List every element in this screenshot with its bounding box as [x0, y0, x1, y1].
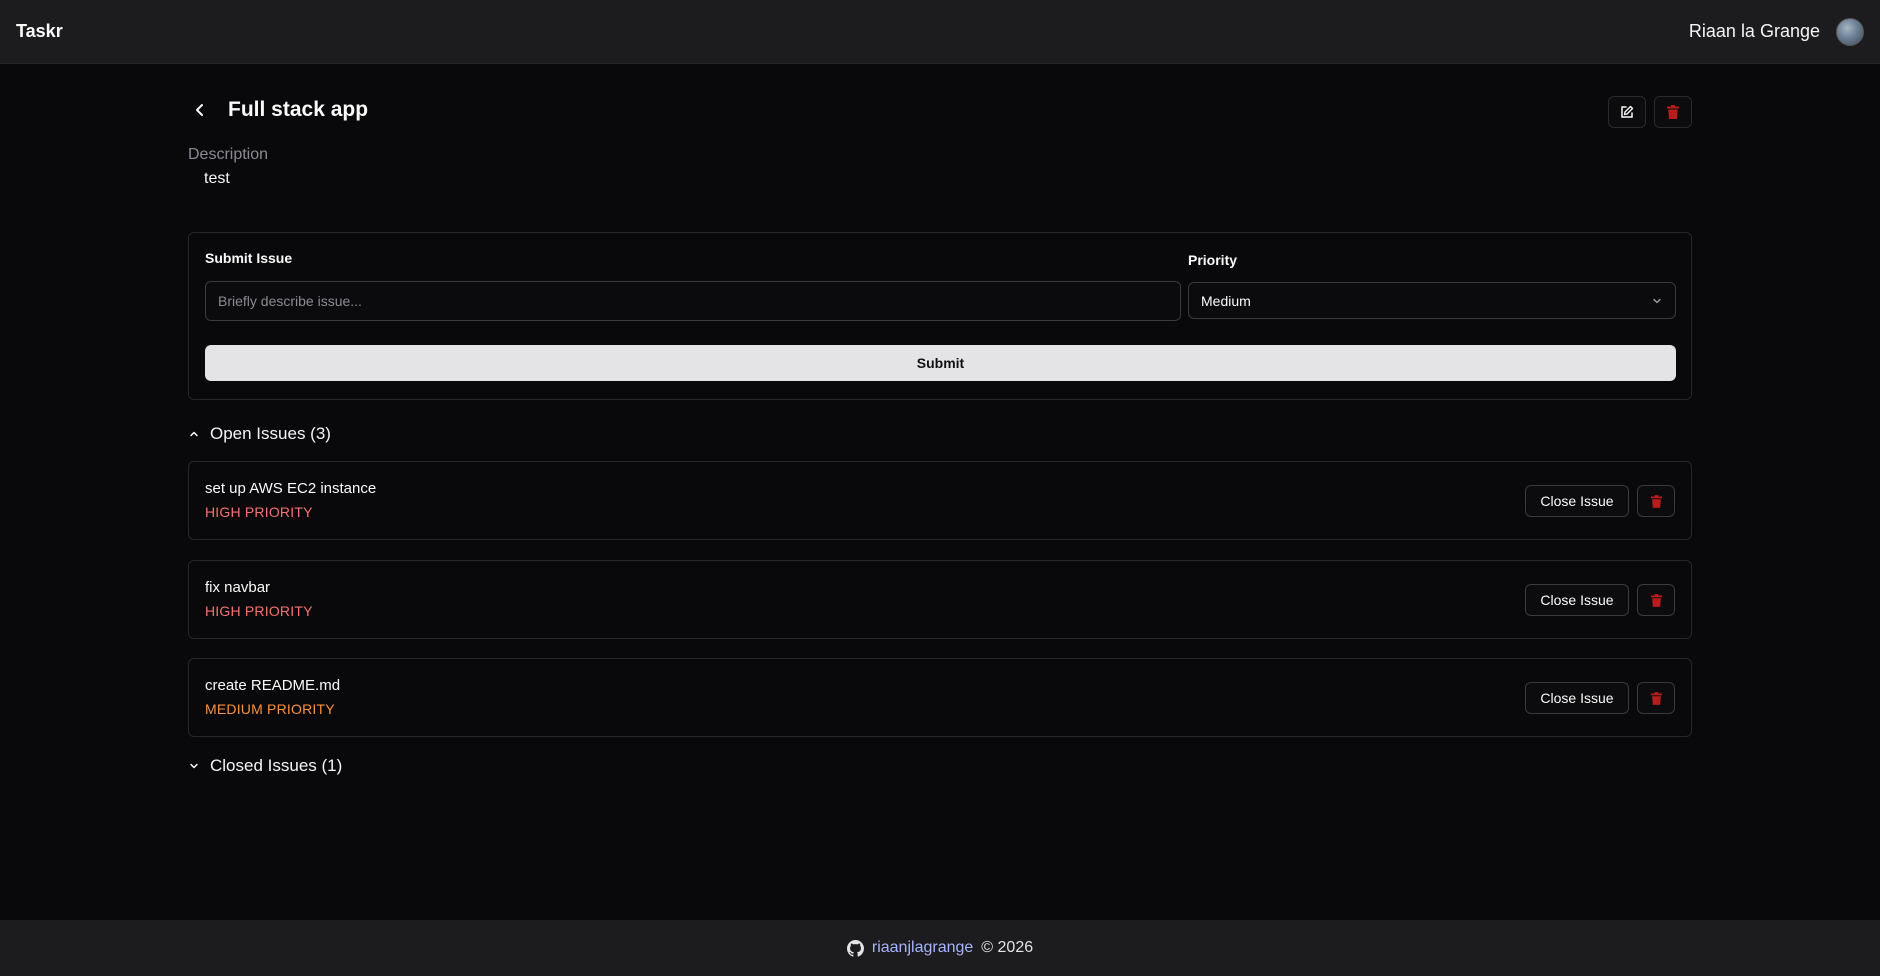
chevron-up-icon — [190, 431, 198, 437]
issue-title: fix navbar — [205, 579, 271, 596]
priority-value: Medium — [1201, 292, 1251, 309]
issue-title: create README.md — [205, 677, 341, 694]
footer: riaanjlagrange © 2026 — [0, 920, 1880, 976]
issue-card: set up AWS EC2 instance HIGH PRIORITY Cl… — [188, 461, 1692, 540]
github-icon — [846, 939, 864, 957]
github-link[interactable]: riaanjlagrange — [872, 939, 973, 957]
open-issues-toggle[interactable]: Open Issues (3) — [188, 424, 331, 444]
open-issues-label: Open Issues (3) — [210, 424, 331, 443]
issue-title: set up AWS EC2 instance — [205, 480, 377, 497]
trash-icon — [1650, 691, 1662, 705]
description-label: Description — [188, 146, 269, 163]
avatar[interactable] — [1836, 17, 1864, 46]
chevron-down-icon — [190, 763, 198, 769]
trash-icon — [1650, 593, 1662, 607]
edit-project-button[interactable] — [1608, 96, 1646, 128]
copyright-text: © 2026 — [981, 939, 1034, 956]
main-content: Full stack app Description test Submit I… — [188, 64, 1692, 775]
brand-logo[interactable]: Taskr — [16, 21, 63, 42]
issue-input[interactable] — [205, 281, 1181, 321]
delete-issue-button[interactable] — [1637, 682, 1675, 714]
user-name: Riaan la Grange — [1688, 21, 1820, 41]
closed-issues-toggle[interactable]: Closed Issues (1) — [188, 756, 342, 776]
user-menu[interactable]: Riaan la Grange — [1688, 17, 1864, 46]
delete-issue-button[interactable] — [1637, 584, 1675, 616]
delete-project-button[interactable] — [1654, 96, 1692, 128]
priority-badge: HIGH PRIORITY — [205, 504, 313, 520]
submit-button[interactable]: Submit — [205, 345, 1676, 381]
priority-badge: MEDIUM PRIORITY — [205, 701, 335, 717]
close-issue-button[interactable]: Close Issue — [1525, 485, 1629, 517]
priority-label: Priority — [1188, 252, 1238, 268]
issue-card: fix navbar HIGH PRIORITY Close Issue — [188, 560, 1692, 639]
closed-issues-label: Closed Issues (1) — [210, 756, 343, 775]
top-navbar: Taskr Riaan la Grange — [0, 0, 1880, 64]
back-button[interactable] — [188, 98, 212, 122]
close-issue-button[interactable]: Close Issue — [1525, 682, 1629, 714]
trash-icon — [1667, 105, 1679, 119]
project-header: Full stack app Description test — [188, 64, 1692, 187]
trash-icon — [1650, 494, 1662, 508]
chevron-down-icon — [1653, 298, 1661, 303]
issue-card: create README.md MEDIUM PRIORITY Close I… — [188, 658, 1692, 737]
edit-icon — [1621, 105, 1634, 118]
submit-issue-card: Submit Issue Priority Medium Submit — [188, 232, 1692, 400]
page-title: Full stack app — [228, 98, 369, 121]
close-issue-button[interactable]: Close Issue — [1525, 584, 1629, 616]
submit-issue-label: Submit Issue — [205, 250, 293, 266]
priority-select[interactable]: Medium — [1188, 282, 1676, 319]
delete-issue-button[interactable] — [1637, 485, 1675, 517]
chevron-left-icon — [196, 104, 203, 116]
priority-badge: HIGH PRIORITY — [205, 603, 313, 619]
description-text: test — [204, 170, 230, 187]
